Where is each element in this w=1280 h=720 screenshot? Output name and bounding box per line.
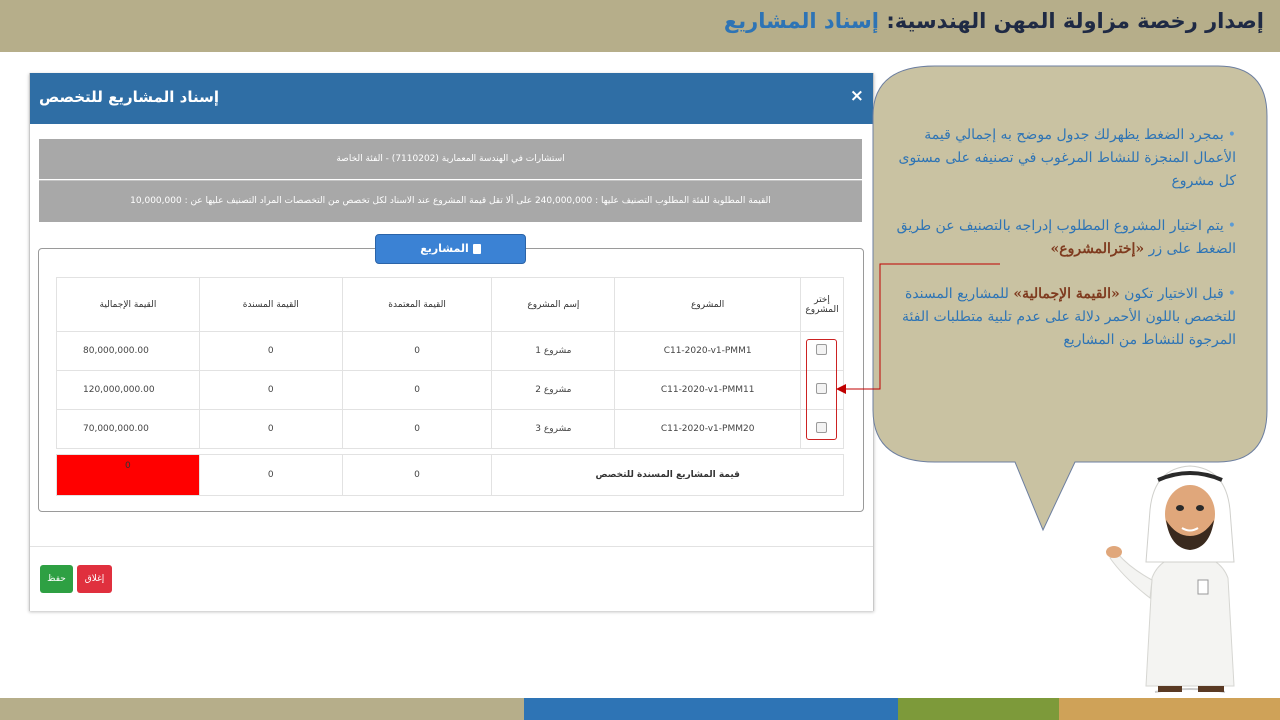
total-value-cell: 80,000,000.00 xyxy=(56,331,200,371)
callout-bullet-3-highlight: «القيمة الإجمالية» xyxy=(1013,286,1120,302)
bullet-icon: • xyxy=(1227,286,1236,302)
select-cell xyxy=(799,370,845,410)
header-total-value: القيمة الإجمالية xyxy=(56,277,200,332)
mascot-thobe xyxy=(1145,553,1235,687)
mascot-sandal-right xyxy=(1198,686,1224,692)
callout-text: •بمجرد الضغط يظهرلك جدول موضح به إجمالي … xyxy=(886,124,1236,374)
footer-stripe-tan xyxy=(0,698,524,720)
callout-bullet-3-prefix: قبل الاختيار تكون xyxy=(1119,286,1224,302)
callout-bullet-2: •يتم اختيار المشروع المطلوب إدراجه بالتص… xyxy=(886,215,1236,261)
select-project-checkbox[interactable] xyxy=(816,422,828,433)
approved-value-cell: 0 xyxy=(341,331,493,371)
select-project-checkbox[interactable] xyxy=(816,383,828,394)
project-name-cell: مشروع 2 xyxy=(491,370,616,410)
specialty-info: استشارات في الهندسة المعمارية (7110202) … xyxy=(39,139,862,179)
header-project: المشروع xyxy=(614,277,801,332)
assigned-value-cell: 0 xyxy=(198,370,343,410)
mascot-hand xyxy=(1106,546,1122,558)
table-row: 80,000,000.00 0 0 مشروع 1 C11-2020-v1-PM… xyxy=(56,331,845,371)
summary-table: 0 0 0 قيمة المشاريع المسندة للتخصص xyxy=(56,454,844,496)
required-value-info: القيمة المطلوبة للفئة المطلوب التصنيف عل… xyxy=(39,180,862,222)
projects-table: القيمة الإجمالية القيمة المسندة القيمة ا… xyxy=(56,277,845,449)
header-project-name: إسم المشروع xyxy=(491,277,616,332)
assigned-value-cell: 0 xyxy=(198,331,343,371)
table-header-row: القيمة الإجمالية القيمة المسندة القيمة ا… xyxy=(56,277,845,332)
summary-approved-value: 0 xyxy=(341,454,493,496)
modal-title: إسناد المشاريع للتخصص xyxy=(39,88,219,106)
project-code-cell: C11-2020-v1-PMM20 xyxy=(614,409,801,449)
project-code-cell: C11-2020-v1-PMM11 xyxy=(614,370,801,410)
select-cell xyxy=(799,331,845,371)
modal-header: إسناد المشاريع للتخصص × xyxy=(30,73,873,124)
mascot-illustration xyxy=(1106,465,1235,693)
mascot-sandal-left xyxy=(1158,686,1182,692)
project-name-cell: مشروع 3 xyxy=(491,409,616,449)
approved-value-cell: 0 xyxy=(341,370,493,410)
footer-divider xyxy=(30,546,873,547)
slide-title: إصدار رخصة مزاولة المهن الهندسية: إسناد … xyxy=(724,9,1264,33)
callout-bullet-3: •قبل الاختيار تكون «القيمة الإجمالية» لل… xyxy=(886,283,1236,352)
table-row: 120,000,000.00 0 0 مشروع 2 C11-2020-v1-P… xyxy=(56,370,845,410)
project-code-cell: C11-2020-v1-PMM1 xyxy=(614,331,801,371)
mascot-right-eye xyxy=(1196,505,1204,511)
summary-assigned-value: 0 xyxy=(198,454,343,496)
bullet-icon: • xyxy=(1227,127,1236,143)
close-button[interactable]: إغلاق xyxy=(77,565,112,593)
summary-row: 0 0 0 قيمة المشاريع المسندة للتخصص xyxy=(56,454,844,496)
header-select: إختر المشروع xyxy=(799,277,845,332)
select-cell xyxy=(799,409,845,449)
mascot-badge xyxy=(1197,579,1209,595)
slide-title-main: إصدار رخصة مزاولة المهن الهندسية: xyxy=(879,9,1264,33)
save-button[interactable]: حفظ xyxy=(40,565,73,593)
projects-tab[interactable]: المشاريع xyxy=(375,234,526,264)
table-row: 70,000,000.00 0 0 مشروع 3 C11-2020-v1-PM… xyxy=(56,409,845,449)
callout-bullet-2-highlight: «إخترالمشروع» xyxy=(1050,241,1145,257)
summary-total-value: 0 xyxy=(56,454,200,496)
assigned-value-cell: 0 xyxy=(198,409,343,449)
mascot-left-eye xyxy=(1176,505,1184,511)
callout-bullet-1-text: بمجرد الضغط يظهرلك جدول موضح به إجمالي ق… xyxy=(898,127,1236,189)
approved-value-cell: 0 xyxy=(341,409,493,449)
slide-title-highlight: إسناد المشاريع xyxy=(723,9,880,33)
bullet-icon: • xyxy=(1227,218,1236,234)
footer-stripe-blue xyxy=(524,698,898,720)
projects-tab-label: المشاريع xyxy=(420,242,469,255)
total-value-cell: 70,000,000.00 xyxy=(56,409,200,449)
assign-projects-modal: إسناد المشاريع للتخصص × استشارات في الهن… xyxy=(29,73,874,611)
footer-stripe-green xyxy=(898,698,1059,720)
header-approved-value: القيمة المعتمدة xyxy=(341,277,493,332)
header-assigned-value: القيمة المسندة xyxy=(198,277,343,332)
footer-stripe-gold xyxy=(1059,698,1280,720)
project-name-cell: مشروع 1 xyxy=(491,331,616,371)
close-icon[interactable]: × xyxy=(850,86,864,106)
select-project-checkbox[interactable] xyxy=(816,344,828,355)
summary-label: قيمة المشاريع المسندة للتخصص xyxy=(491,454,844,496)
total-value-cell: 120,000,000.00 xyxy=(56,370,200,410)
document-icon xyxy=(472,244,481,254)
callout-bullet-1: •بمجرد الضغط يظهرلك جدول موضح به إجمالي … xyxy=(886,124,1236,193)
